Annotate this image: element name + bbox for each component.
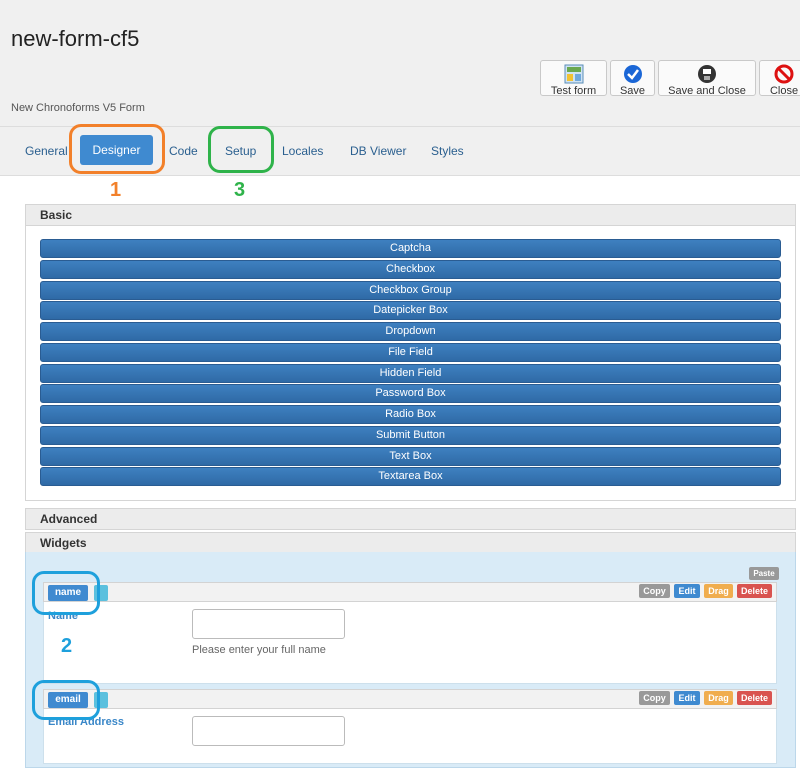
field-label-email: Email Address (48, 716, 125, 728)
element-password-box[interactable]: Password Box (40, 384, 781, 403)
no-entry-icon (774, 64, 794, 84)
email-input[interactable] (192, 716, 345, 746)
page-subtitle: New Chronoforms V5 Form (11, 102, 145, 114)
edit-button-name[interactable]: Edit (674, 584, 700, 598)
widgets-panel-header[interactable]: Widgets (25, 532, 796, 554)
copy-button-email[interactable]: Copy (639, 691, 670, 705)
element-checkbox-group[interactable]: Checkbox Group (40, 281, 781, 300)
annotation-number-1: 1 (110, 179, 122, 201)
close-button[interactable]: Close (759, 60, 800, 97)
edit-button-email[interactable]: Edit (674, 691, 700, 705)
test-form-label: Test form (550, 85, 597, 97)
tab-code[interactable]: Code (169, 144, 198, 158)
save-label: Save (619, 85, 646, 97)
element-captcha[interactable]: Captcha (40, 239, 781, 258)
drag-button-name[interactable]: Drag (704, 584, 733, 598)
page-title: new-form-cf5 (11, 26, 140, 51)
basic-panel-header[interactable]: Basic (25, 204, 796, 226)
test-form-button[interactable]: Test form (540, 60, 607, 97)
annotation-number-3: 3 (234, 179, 246, 201)
annotation-number-2: 2 (61, 635, 73, 657)
tab-designer[interactable]: Designer (80, 135, 153, 165)
tab-bar: General Designer Code Setup Locales DB V… (0, 126, 800, 176)
save-button[interactable]: Save (610, 60, 655, 97)
save-and-close-button[interactable]: Save and Close (658, 60, 756, 97)
header: new-form-cf5 New Chronoforms V5 Form Tes… (0, 0, 800, 126)
field-container-email (43, 708, 777, 764)
tab-locales[interactable]: Locales (282, 144, 323, 158)
element-dropdown[interactable]: Dropdown (40, 322, 781, 341)
field-label-name: Name (48, 610, 78, 622)
advanced-panel-header[interactable]: Advanced (25, 508, 796, 530)
field-tag-name[interactable]: name (48, 585, 88, 601)
test-form-icon (564, 64, 583, 84)
element-datepicker-box[interactable]: Datepicker Box (40, 301, 781, 320)
delete-button-name[interactable]: Delete (737, 584, 772, 598)
element-file-field[interactable]: File Field (40, 343, 781, 362)
element-submit-button[interactable]: Submit Button (40, 426, 781, 445)
element-hidden-field[interactable]: Hidden Field (40, 364, 781, 383)
name-input[interactable] (192, 609, 345, 639)
field-help-name: Please enter your full name (192, 644, 326, 656)
element-checkbox[interactable]: Checkbox (40, 260, 781, 279)
floppy-disk-icon (698, 65, 716, 83)
tab-setup[interactable]: Setup (225, 144, 256, 158)
element-text-box[interactable]: Text Box (40, 447, 781, 466)
field-config-toggle-email[interactable] (94, 692, 108, 708)
close-label: Close (769, 85, 799, 97)
tab-general[interactable]: General (25, 144, 68, 158)
field-tag-email[interactable]: email (48, 692, 88, 708)
element-radio-box[interactable]: Radio Box (40, 405, 781, 424)
paste-button[interactable]: Paste (749, 567, 779, 580)
delete-button-email[interactable]: Delete (737, 691, 772, 705)
tab-styles[interactable]: Styles (431, 144, 464, 158)
tab-db-viewer[interactable]: DB Viewer (350, 144, 406, 158)
copy-button-name[interactable]: Copy (639, 584, 670, 598)
save-and-close-label: Save and Close (668, 85, 746, 97)
field-container-name (43, 601, 777, 684)
check-icon (623, 65, 642, 83)
drag-button-email[interactable]: Drag (704, 691, 733, 705)
field-config-toggle-name[interactable] (94, 585, 108, 601)
element-textarea-box[interactable]: Textarea Box (40, 467, 781, 486)
